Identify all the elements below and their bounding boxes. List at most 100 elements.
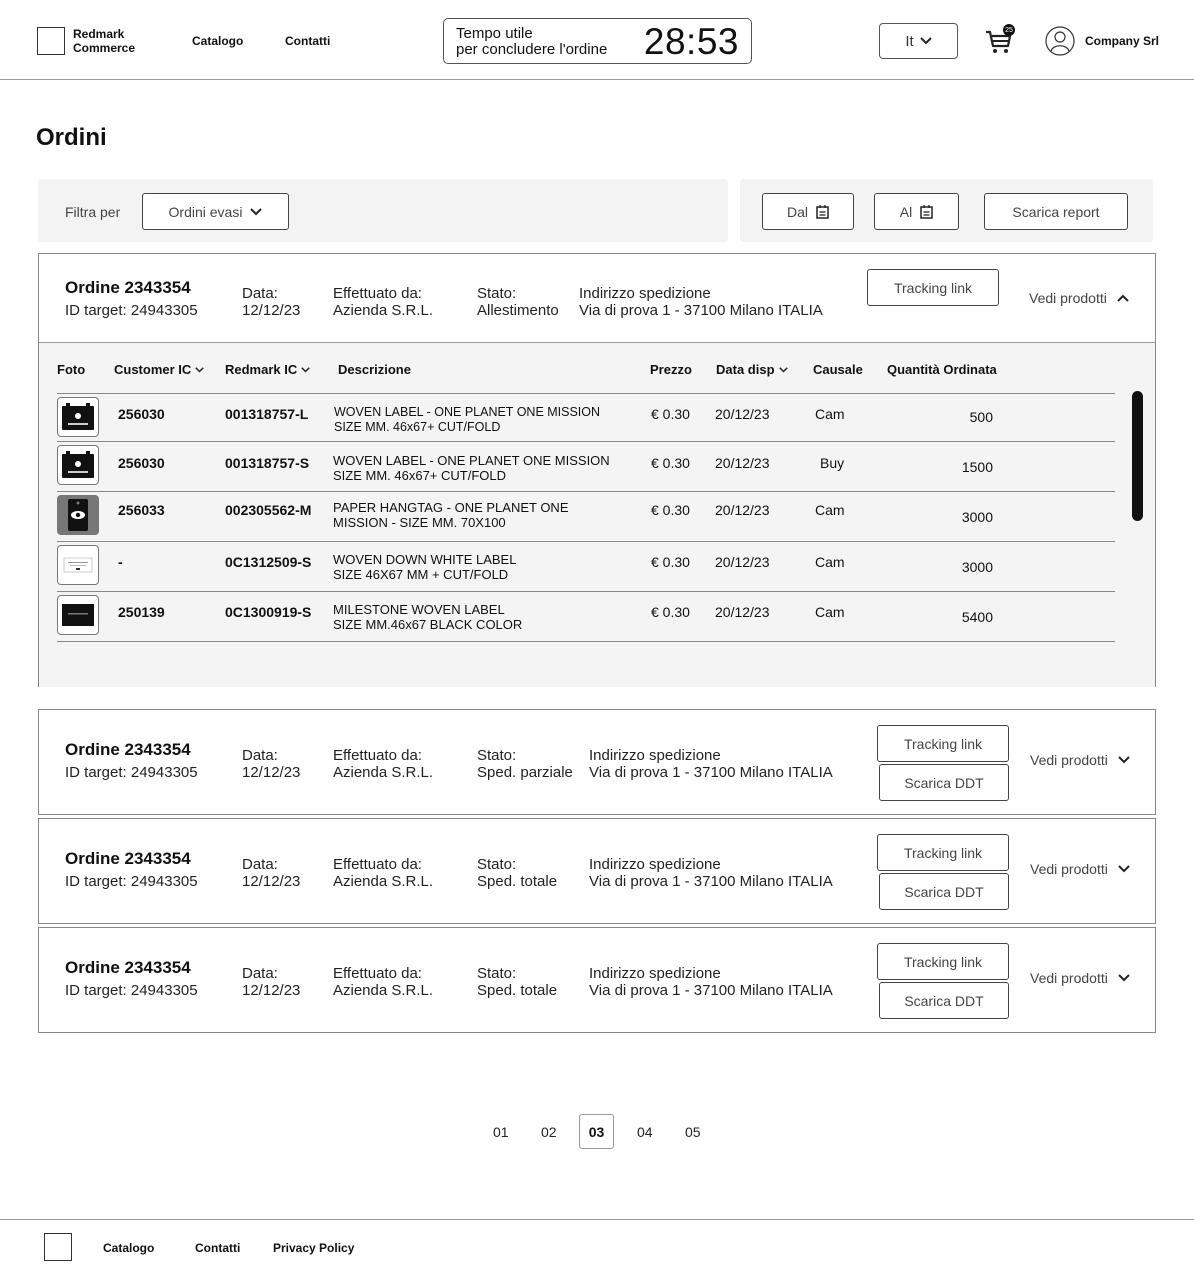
product-thumbnail[interactable] (57, 545, 99, 585)
redmark-ic: 0C1300919-S (225, 604, 312, 620)
redmark-ic: 001318757-L (225, 406, 309, 422)
order-address: Indirizzo spedizione Via di prova 1 - 371… (589, 965, 833, 999)
availability-date: 20/12/23 (715, 455, 770, 471)
row-divider (57, 641, 1115, 642)
toggle-products-button[interactable]: Vedi prodotti (1030, 752, 1130, 768)
company-name[interactable]: Company Srl (1085, 34, 1159, 48)
page-03-current[interactable]: 03 (579, 1114, 614, 1149)
description: PAPER HANGTAG - ONE PLANET ONE MISSION - … (333, 500, 569, 530)
product-thumbnail[interactable] (57, 445, 99, 485)
col-data-disp[interactable]: Data disp (716, 362, 788, 377)
order-date: Data: 12/12/23 (242, 285, 301, 319)
col-customer-ic[interactable]: Customer IC (114, 362, 205, 377)
causale: Cam (815, 554, 845, 570)
col-redmark-ic[interactable]: Redmark IC (225, 362, 311, 377)
black-label-image (62, 604, 94, 626)
tracking-link-button[interactable]: Tracking link (877, 943, 1009, 980)
tracking-link-button[interactable]: Tracking link (867, 269, 999, 306)
order-address: Indirizzo spedizione Via di prova 1 - 371… (589, 747, 833, 781)
cart-count-badge: 25 (1003, 24, 1015, 36)
download-ddt-button[interactable]: Scarica DDT (879, 764, 1009, 801)
date-to-button[interactable]: Al (874, 193, 959, 230)
order-placed-by: Effettuato da: Azienda S.R.L. (333, 965, 434, 999)
chevron-down-icon (778, 366, 788, 373)
row-divider (57, 441, 1115, 442)
order-placed-by: Effettuato da: Azienda S.R.L. (333, 747, 434, 781)
order-title: Ordine 2343354 (65, 278, 191, 297)
causale: Cam (815, 502, 845, 518)
availability-date: 20/12/23 (715, 554, 770, 570)
footer-catalogo[interactable]: Catalogo (103, 1241, 154, 1255)
product-thumbnail[interactable] (57, 595, 99, 635)
col-causale: Causale (813, 362, 863, 377)
download-ddt-button[interactable]: Scarica DDT (879, 982, 1009, 1019)
toggle-products-button[interactable]: Vedi prodotti (1030, 861, 1130, 877)
order-card: Ordine 2343354 ID target: 24943305 Data:… (38, 253, 1156, 687)
causale: Cam (815, 604, 845, 620)
table-scrollbar[interactable] (1132, 391, 1143, 521)
order-target-id: ID target: 24943305 (65, 873, 198, 890)
order-state: Stato: Sped. parziale (477, 747, 573, 781)
order-target-id: ID target: 24943305 (65, 764, 198, 781)
download-report-button[interactable]: Scarica report (984, 193, 1128, 230)
product-thumbnail[interactable] (57, 397, 99, 437)
order-card: Ordine 2343354 ID target: 24943305 Data:… (38, 818, 1156, 924)
chevron-down-icon (919, 37, 932, 45)
calendar-icon (920, 204, 933, 219)
download-ddt-button[interactable]: Scarica DDT (879, 873, 1009, 910)
order-date: Data: 12/12/23 (242, 747, 301, 781)
toggle-products-button[interactable]: Vedi prodotti (1029, 290, 1129, 306)
product-thumbnail[interactable] (57, 495, 99, 535)
chevron-down-icon (250, 207, 263, 215)
woven-label-image (62, 403, 94, 430)
footer-logo[interactable] (44, 1233, 72, 1261)
brand-name[interactable]: Redmark Commerce (73, 27, 135, 55)
page-05[interactable]: 05 (685, 1124, 701, 1140)
page-02[interactable]: 02 (541, 1124, 557, 1140)
redmark-ic: 001318757-S (225, 455, 310, 471)
order-timer: Tempo utile per concludere l'ordine 28:5… (443, 18, 752, 64)
toggle-products-button[interactable]: Vedi prodotti (1030, 970, 1130, 986)
col-prezzo: Prezzo (650, 362, 692, 377)
price: € 0.30 (651, 406, 690, 422)
footer-privacy[interactable]: Privacy Policy (273, 1241, 354, 1255)
causale: Cam (815, 406, 845, 422)
quantity: 3000 (961, 559, 993, 575)
causale: Buy (820, 455, 845, 471)
page-04[interactable]: 04 (637, 1124, 653, 1140)
white-label-image (63, 557, 93, 573)
price: € 0.30 (651, 502, 690, 518)
user-avatar-icon[interactable] (1045, 26, 1075, 56)
logo[interactable] (37, 27, 65, 55)
nav-catalogo[interactable]: Catalogo (192, 34, 243, 48)
chevron-up-icon (1117, 294, 1129, 302)
tracking-link-button[interactable]: Tracking link (877, 834, 1009, 871)
order-card: Ordine 2343354 ID target: 24943305 Data:… (38, 709, 1156, 815)
customer-ic: 250139 (118, 604, 165, 620)
nav-contatti[interactable]: Contatti (285, 34, 330, 48)
order-state: Stato: Allestimento (477, 285, 559, 319)
date-from-button[interactable]: Dal (762, 193, 854, 230)
order-title: Ordine 2343354 (65, 740, 191, 759)
order-state: Stato: Sped. totale (477, 856, 558, 890)
order-date: Data: 12/12/23 (242, 856, 301, 890)
filter-bar: Filtra per Ordini evasi (38, 179, 728, 242)
page-01[interactable]: 01 (493, 1124, 509, 1140)
tracking-link-button[interactable]: Tracking link (877, 725, 1009, 762)
quantity: 3000 (961, 509, 993, 525)
order-date: Data: 12/12/23 (242, 965, 301, 999)
row-divider (57, 491, 1115, 492)
language-select[interactable]: It (879, 23, 958, 59)
order-title: Ordine 2343354 (65, 958, 191, 977)
col-quantita: Quantità Ordinata (887, 362, 997, 377)
status-filter-select[interactable]: Ordini evasi (142, 193, 289, 230)
footer-contatti[interactable]: Contatti (195, 1241, 240, 1255)
row-divider (57, 541, 1115, 542)
quantity: 5400 (961, 609, 993, 625)
description: WOVEN DOWN WHITE LABEL SIZE 46X67 MM + CU… (333, 552, 517, 582)
customer-ic: 256030 (118, 406, 165, 422)
row-divider (57, 591, 1115, 592)
timer-value: 28:53 (643, 21, 739, 62)
chevron-down-icon (1118, 756, 1130, 764)
price: € 0.30 (651, 554, 690, 570)
